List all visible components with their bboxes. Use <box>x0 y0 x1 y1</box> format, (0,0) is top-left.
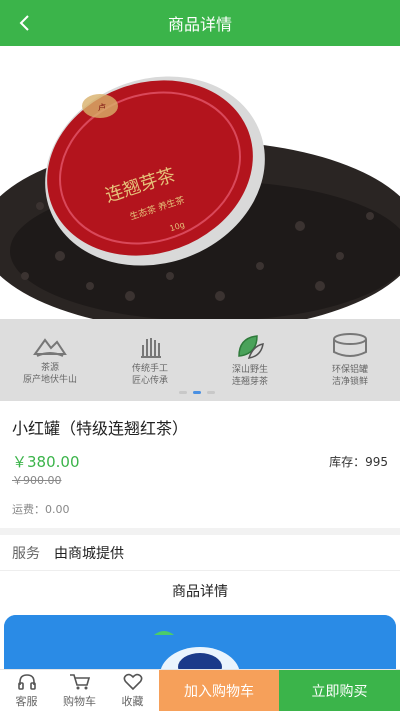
favorite-label: 收藏 <box>121 695 144 708</box>
cart-icon <box>69 674 90 690</box>
feature-handmade-line1: 传统手工 <box>131 364 168 374</box>
shipping-fee: 运费：0.00 <box>12 503 70 516</box>
feature-handmade-line2: 匠心传承 <box>131 376 168 386</box>
carousel-dot[interactable] <box>207 391 215 394</box>
feature-tile-handmade: 传统手工 匠心传承 <box>100 319 200 401</box>
product-name: 小红罐（特级连翘红茶） <box>12 419 189 438</box>
app-root: 商品详情 卢 连翘芽茶 生态茶 养生茶 10g 茶源 原产地伏牛山 传统手工 匠… <box>0 0 400 711</box>
feature-origin-line1: 茶源 <box>40 363 59 373</box>
can-icon <box>333 333 367 357</box>
product-details-section: 商品详情 <box>0 570 400 685</box>
mountain-icon <box>33 338 67 357</box>
customer-service-tab[interactable]: 客服 <box>0 670 53 711</box>
back-button[interactable] <box>10 8 40 38</box>
feature-can-line1: 环保铝罐 <box>331 365 368 375</box>
favorite-tab[interactable]: 收藏 <box>106 670 159 711</box>
service-label: 服务 <box>12 545 40 562</box>
feature-can-line2: 洁净锁鲜 <box>331 377 368 387</box>
feature-tile-can: 环保铝罐 洁净锁鲜 <box>300 319 400 401</box>
product-hero-image[interactable]: 卢 连翘芽茶 生态茶 养生茶 10g <box>0 46 400 319</box>
carousel-dot[interactable] <box>179 391 187 394</box>
service-value: 由商城提供 <box>54 545 124 562</box>
top-header: 商品详情 <box>0 0 400 46</box>
cart-label: 购物车 <box>63 695 96 708</box>
buy-now-button[interactable]: 立即购买 <box>279 670 400 711</box>
service-row: 服务 由商城提供 <box>0 535 400 570</box>
heart-icon <box>123 673 142 691</box>
carousel-indicator <box>179 391 215 394</box>
carousel-dot-active[interactable] <box>193 391 201 394</box>
svg-text:卢: 卢 <box>98 102 106 112</box>
bottom-action-bar: 客服 购物车 收藏 加入购物车 立即购买 <box>0 669 400 711</box>
product-price: ￥380.00 <box>12 453 80 471</box>
feature-tile-wild: 深山野生 连翘芽茶 <box>200 319 300 401</box>
details-title: 商品详情 <box>172 584 228 600</box>
chevron-left-icon <box>19 15 29 31</box>
stock-count: 库存：995 <box>329 455 388 469</box>
hand-icon <box>141 338 161 358</box>
original-price: ￥900.00 <box>12 474 62 487</box>
headset-icon <box>17 674 36 690</box>
feature-tile-origin: 茶源 原产地伏牛山 <box>0 319 100 401</box>
add-to-cart-button[interactable]: 加入购物车 <box>159 670 279 711</box>
tea-can-image: 卢 连翘芽茶 生态茶 养生茶 10g <box>0 46 400 319</box>
page-title: 商品详情 <box>167 15 232 34</box>
feature-wild-line2: 连翘芽茶 <box>231 377 268 387</box>
leaf-icon <box>238 335 264 359</box>
cart-tab[interactable]: 购物车 <box>53 670 106 711</box>
feature-wild-line1: 深山野生 <box>231 365 268 375</box>
feature-origin-line2: 原产地伏牛山 <box>22 375 77 385</box>
product-info: 小红罐（特级连翘红茶） ￥380.00 库存：995 ￥900.00 运费：0.… <box>0 401 400 528</box>
feature-strip: 茶源 原产地伏牛山 传统手工 匠心传承 深山野生 连翘芽茶 环保铝罐 洁净锁鲜 <box>0 319 400 401</box>
customer-service-label: 客服 <box>15 695 38 708</box>
